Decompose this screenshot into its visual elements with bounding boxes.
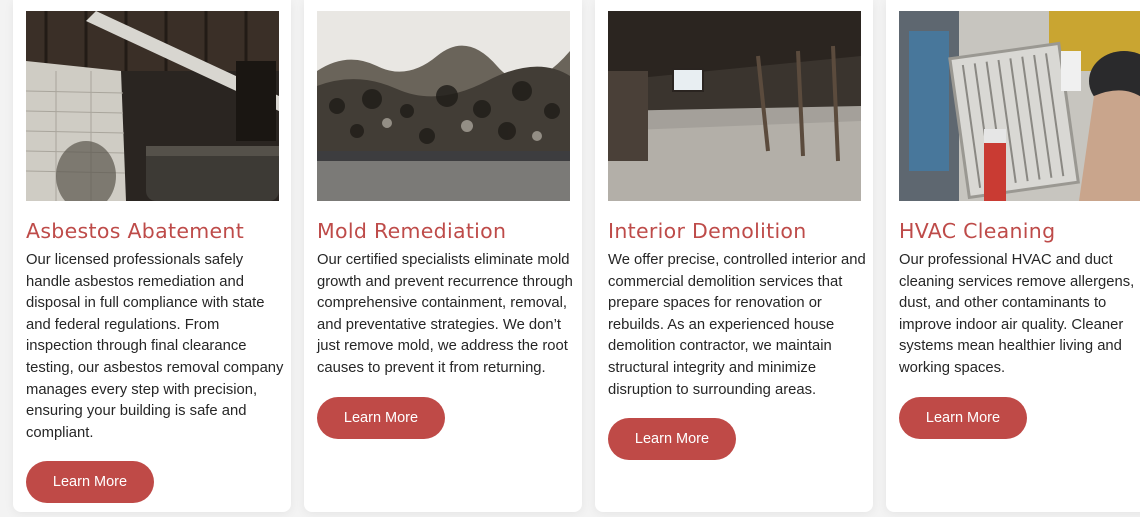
learn-more-button[interactable]: Learn More (608, 418, 736, 461)
learn-more-button[interactable]: Learn More (317, 396, 445, 439)
card-description: Our licensed professionals safely handle… (26, 252, 284, 441)
hvac-filter-photo-image (899, 11, 1140, 201)
services-grid: Asbestos Abatement Our licensed professi… (13, 0, 1140, 512)
basement-photo-image (26, 11, 279, 201)
card-description: Our professional HVAC and duct cleaning … (899, 252, 1135, 376)
service-card-hvac: HVAC Cleaning Our professional HVAC and … (886, 0, 1140, 512)
service-card-demolition: Interior Demolition We offer precise, co… (595, 0, 873, 512)
learn-more-button[interactable]: Learn More (899, 396, 1027, 439)
card-title: HVAC Cleaning (899, 219, 1056, 243)
card-title: Mold Remediation (317, 219, 507, 243)
card-description: Our certified specialists eliminate mold… (317, 252, 573, 376)
card-title: Interior Demolition (608, 219, 807, 243)
demolished-room-photo-image (608, 11, 861, 201)
card-title: Asbestos Abatement (26, 219, 245, 243)
card-description: We offer precise, controlled interior an… (608, 252, 866, 398)
mold-wall-photo-image (317, 11, 570, 201)
service-card-mold: Mold Remediation Our certified specialis… (304, 0, 582, 512)
service-card-asbestos: Asbestos Abatement Our licensed professi… (13, 0, 291, 512)
learn-more-button[interactable]: Learn More (26, 461, 154, 504)
